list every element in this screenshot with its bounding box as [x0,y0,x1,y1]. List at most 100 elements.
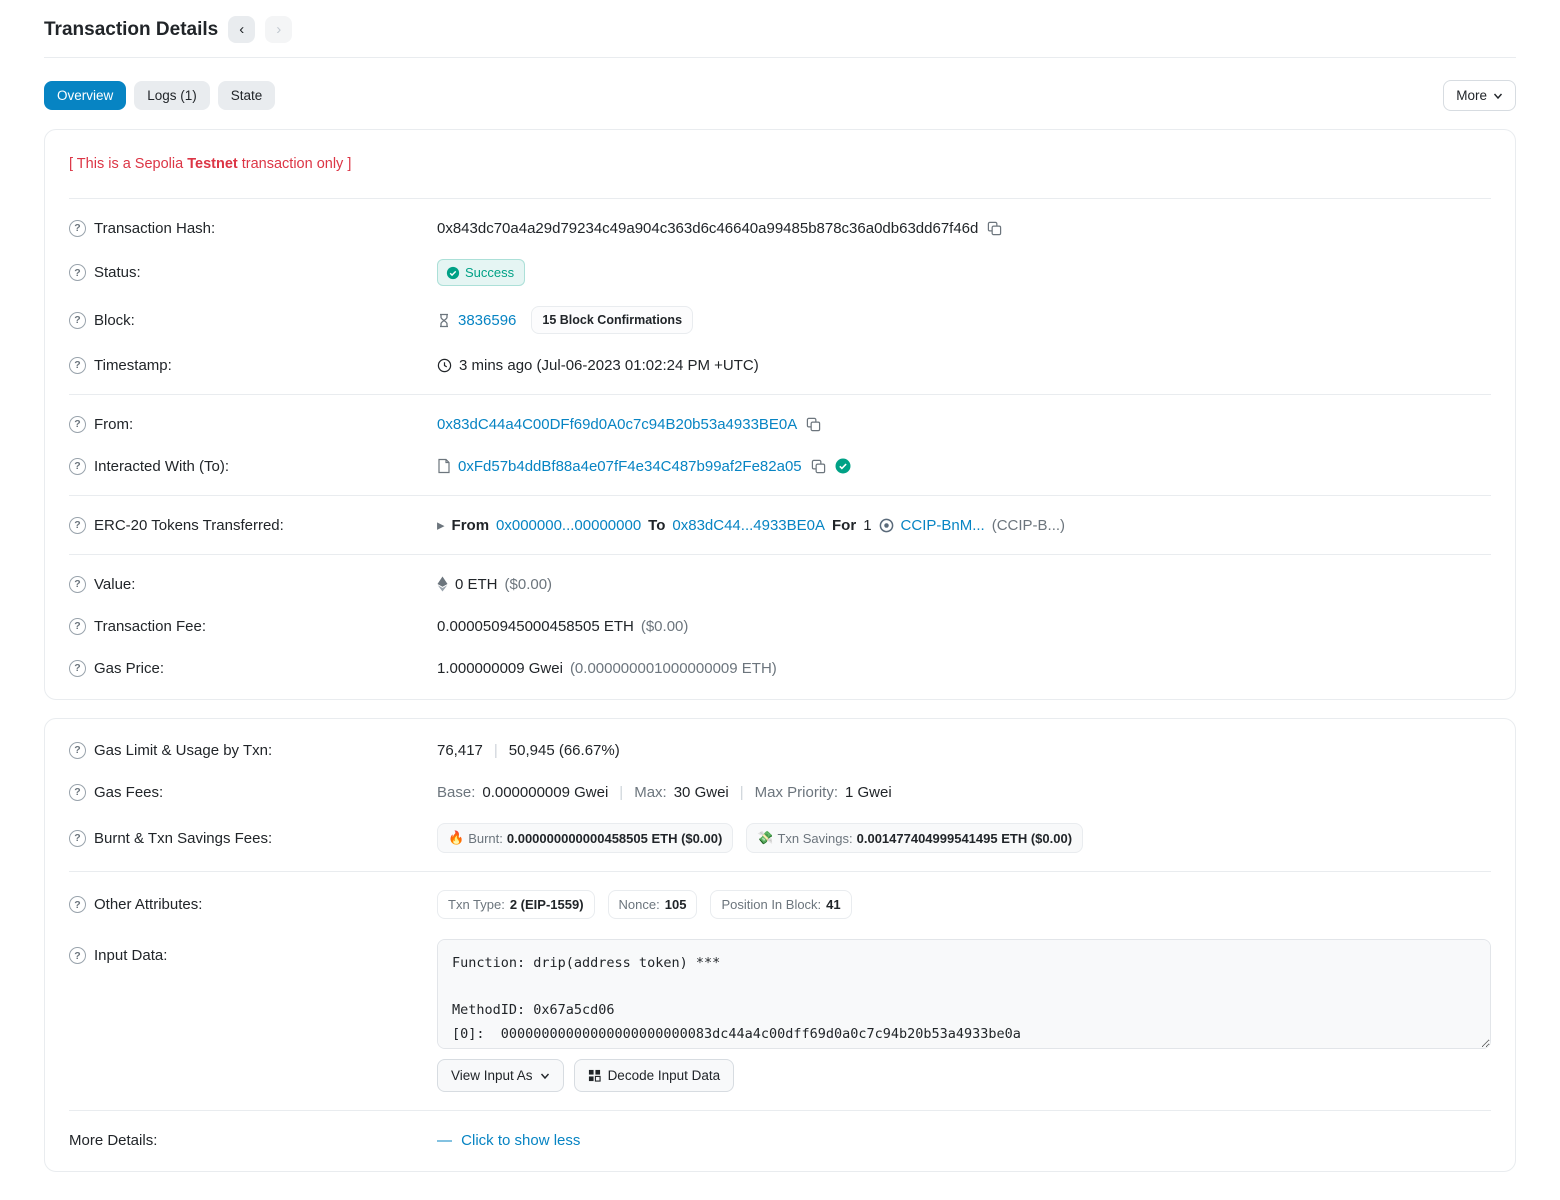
help-icon[interactable]: ? [69,742,86,759]
separator: | [736,784,748,801]
view-input-as-label: View Input As [451,1068,533,1083]
transaction-fee-value: 0.000050945000458505 ETH [437,618,634,635]
tab-overview[interactable]: Overview [44,81,126,110]
input-data-actions: View Input As Decode Input Data [437,1059,1491,1092]
help-icon[interactable]: ? [69,416,86,433]
block-label: Block: [94,312,135,329]
row-other-attributes: ? Other Attributes: Txn Type: 2 (EIP-155… [69,880,1491,929]
overview-card: [ This is a Sepolia Testnet transaction … [44,129,1516,700]
gas-fees-label: Gas Fees: [94,784,163,801]
position-in-block-value: 41 [826,897,840,912]
divider [69,495,1491,496]
from-address-link[interactable]: 0x83dC44a4C00DFf69d0A0c7c94B20b53a4933BE… [437,416,797,433]
copy-icon[interactable] [985,219,1004,238]
burnt-badge-value: 0.000000000000458505 ETH ($0.00) [507,831,722,846]
minus-icon: — [437,1132,452,1149]
help-icon[interactable]: ? [69,784,86,801]
transaction-details-page: Transaction Details ‹ › Overview Logs (1… [0,0,1560,1200]
status-badge-text: Success [465,265,514,280]
gas-price-eth: (0.000000001000000009 ETH) [570,660,777,677]
chevron-down-icon [1493,91,1503,101]
savings-badge-value: 0.001477404999541495 ETH ($0.00) [857,831,1072,846]
erc20-from-word: From [452,517,490,534]
divider [69,1110,1491,1111]
from-label: From: [94,416,133,433]
interacted-with-label: Interacted With (To): [94,458,229,475]
help-icon[interactable]: ? [69,458,86,475]
transaction-fee-usd: ($0.00) [641,618,689,635]
erc20-to-address-link[interactable]: 0x83dC44...4933BE0A [672,517,825,534]
erc20-token-symbol: (CCIP-B...) [992,517,1065,534]
row-input-data: ? Input Data: Function: drip(address tok… [69,929,1491,1102]
burnt-badge-label: Burnt: [468,831,503,846]
to-address-link[interactable]: 0xFd57b4ddBf88a4e07fF4e34C487b99af2Fe82a… [458,458,802,475]
separator: | [490,742,502,759]
help-icon[interactable]: ? [69,312,86,329]
help-icon[interactable]: ? [69,264,86,281]
help-icon[interactable]: ? [69,947,86,964]
input-data-textarea[interactable]: Function: drip(address token) *** Method… [437,939,1491,1049]
copy-icon[interactable] [804,415,823,434]
nonce-badge: Nonce: 105 [608,890,698,919]
input-data-label: Input Data: [94,947,167,964]
value-usd: ($0.00) [505,576,553,593]
next-transaction-button[interactable]: › [265,16,292,43]
show-less-link[interactable]: — Click to show less [437,1132,580,1149]
tab-state[interactable]: State [218,81,276,110]
row-more-details: More Details: — Click to show less [69,1119,1491,1161]
timestamp-value: 3 mins ago (Jul-06-2023 01:02:24 PM +UTC… [459,357,759,374]
help-icon[interactable]: ? [69,576,86,593]
tab-logs[interactable]: Logs (1) [134,81,210,110]
copy-icon[interactable] [809,457,828,476]
clock-icon [437,358,452,373]
block-confirmations-badge: 15 Block Confirmations [531,306,693,334]
token-icon [879,518,894,533]
more-dropdown-label: More [1456,88,1487,103]
row-value: ? Value: 0 ETH ($0.00) [69,563,1491,605]
help-icon[interactable]: ? [69,896,86,913]
help-icon[interactable]: ? [69,357,86,374]
gas-price-label: Gas Price: [94,660,164,677]
transaction-hash-label: Transaction Hash: [94,220,215,237]
help-icon[interactable]: ? [69,830,86,847]
max-fee-label: Max: [634,784,667,801]
help-icon[interactable]: ? [69,220,86,237]
erc20-token-link[interactable]: CCIP-BnM... [901,517,985,534]
divider [69,871,1491,872]
verified-check-icon [835,458,851,474]
max-priority-fee-label: Max Priority: [755,784,838,801]
burnt-fee-badge: 🔥 Burnt: 0.000000000000458505 ETH ($0.00… [437,823,733,853]
row-timestamp: ? Timestamp: 3 mins ago (Jul-06-2023 01:… [69,344,1491,386]
eth-icon [437,576,448,592]
hourglass-icon [437,313,451,328]
chevron-left-icon: ‹ [239,22,244,37]
help-icon[interactable]: ? [69,618,86,635]
txn-type-label: Txn Type: [448,897,505,912]
decode-input-data-button[interactable]: Decode Input Data [574,1059,735,1092]
more-dropdown-button[interactable]: More [1443,80,1516,111]
triangle-right-icon: ▸ [437,516,445,534]
help-icon[interactable]: ? [69,660,86,677]
block-number-link[interactable]: 3836596 [458,312,516,329]
chevron-down-icon [540,1071,550,1081]
row-from: ? From: 0x83dC44a4C00DFf69d0A0c7c94B20b5… [69,403,1491,445]
check-circle-icon [446,266,460,280]
contract-icon [437,458,451,474]
help-icon[interactable]: ? [69,517,86,534]
gas-limit-value: 76,417 [437,742,483,759]
erc20-label: ERC-20 Tokens Transferred: [94,517,284,534]
transaction-hash-value: 0x843dc70a4a29d79234c49a904c363d6c46640a… [437,220,978,237]
erc20-from-address-link[interactable]: 0x000000...00000000 [496,517,641,534]
view-input-as-button[interactable]: View Input As [437,1059,564,1092]
gas-price-value: 1.000000009 Gwei [437,660,563,677]
position-in-block-label: Position In Block: [721,897,821,912]
base-fee-value: 0.000000009 Gwei [482,784,608,801]
timestamp-label: Timestamp: [94,357,172,374]
row-transaction-hash: ? Transaction Hash: 0x843dc70a4a29d79234… [69,207,1491,249]
position-in-block-badge: Position In Block: 41 [710,890,851,919]
testnet-banner-suffix: transaction only ] [238,156,352,172]
previous-transaction-button[interactable]: ‹ [228,16,255,43]
status-label: Status: [94,264,141,281]
decode-icon [588,1069,601,1082]
txn-savings-badge: 💸 Txn Savings: 0.001477404999541495 ETH … [746,823,1083,853]
